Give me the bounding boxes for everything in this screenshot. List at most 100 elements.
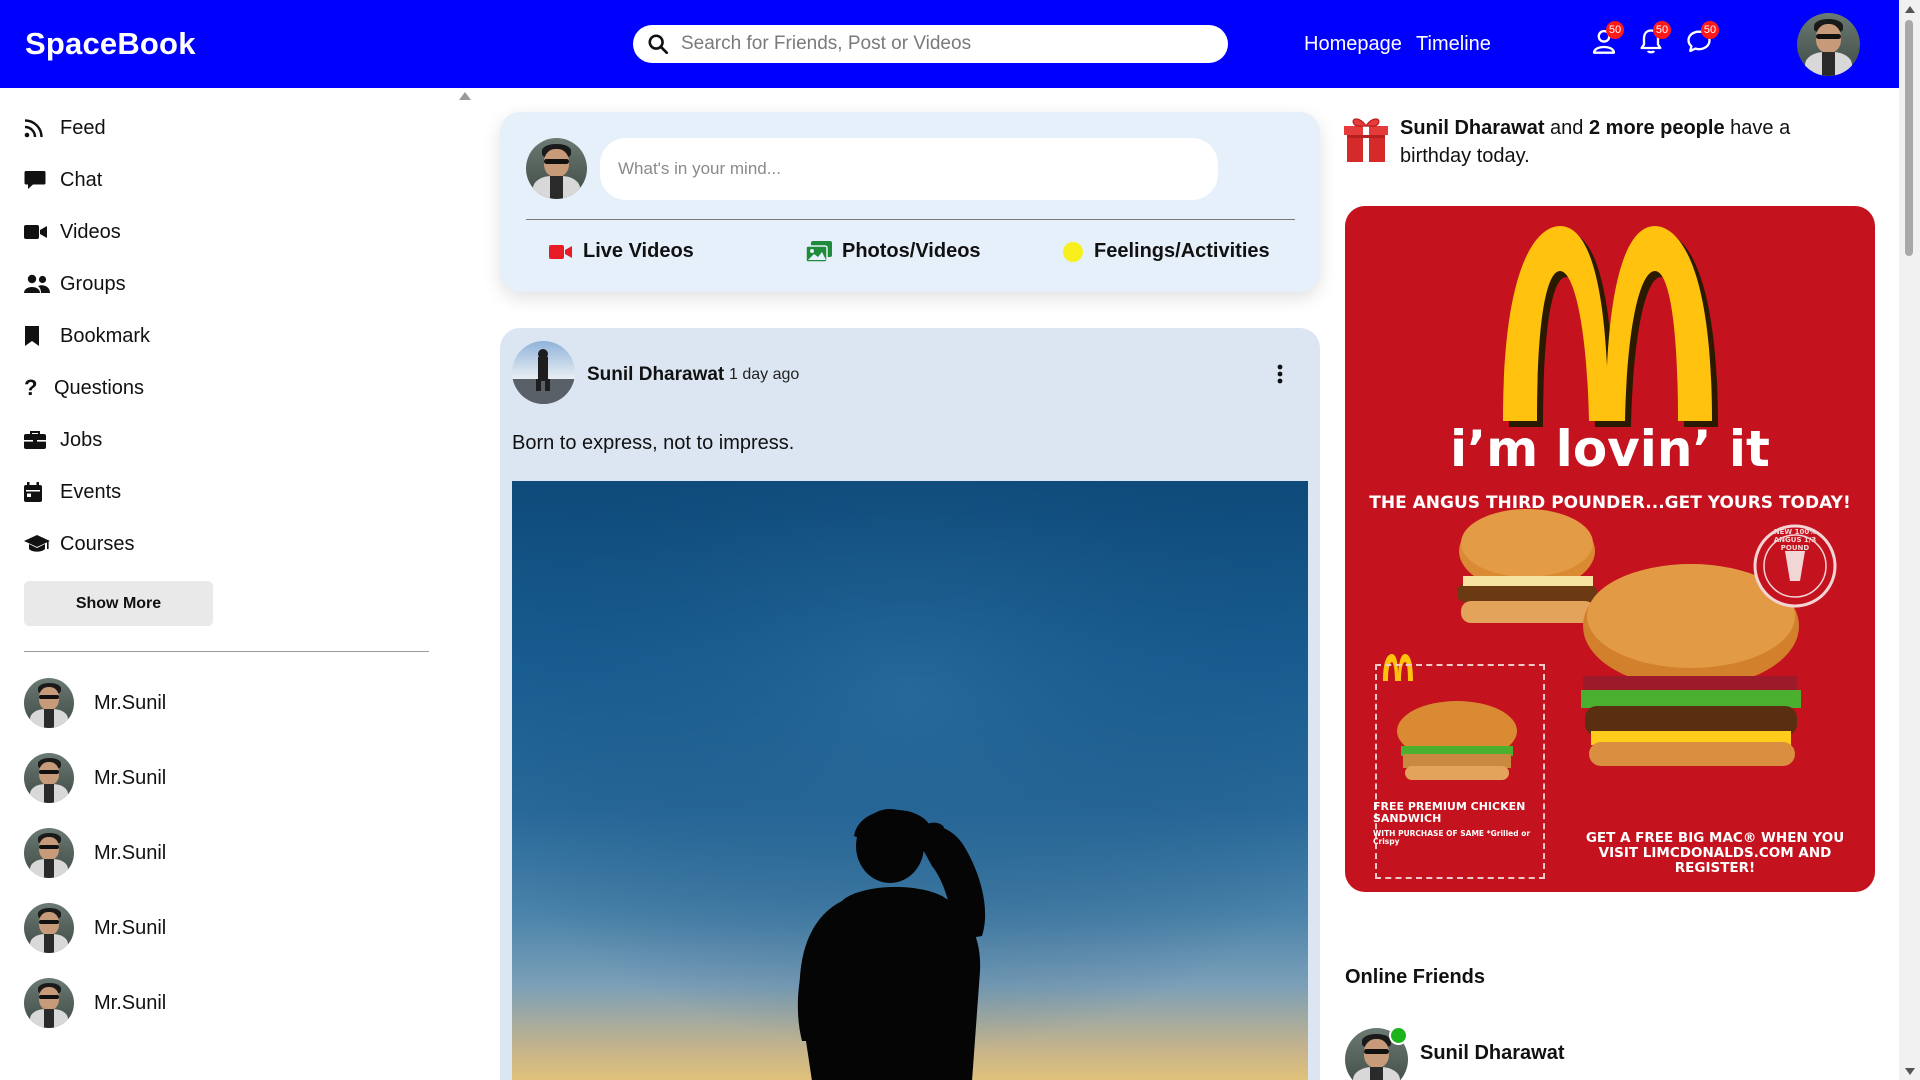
sidebar-item-label: Bookmark: [60, 324, 151, 347]
online-friend-item[interactable]: Sunil Dharawat: [1345, 1028, 1564, 1080]
sidebar-item-label: Events: [60, 480, 122, 503]
post-author-name[interactable]: Sunil Dharawat: [587, 364, 724, 386]
avatar: [24, 678, 74, 728]
sidebar-friend[interactable]: Mr.Sunil: [24, 903, 166, 953]
top-navbar: SpaceBook Homepage Timeline 50 50 50: [0, 0, 1899, 88]
online-friend-name: Sunil Dharawat: [1420, 1042, 1565, 1064]
users-group-icon: [24, 272, 54, 296]
post-timestamp: 1 day ago: [729, 366, 800, 383]
share-box: [500, 112, 1320, 292]
sidebar-item-videos[interactable]: Videos: [24, 217, 121, 247]
notifications-badge: 50: [1653, 21, 1671, 39]
friend-name: Mr.Sunil: [94, 841, 167, 864]
post-author-avatar[interactable]: [512, 341, 575, 404]
sidebar-friend[interactable]: Mr.Sunil: [24, 678, 166, 728]
post-card: Sunil Dharawat 1 day ago Born to express…: [500, 328, 1320, 1080]
online-friends-title: Online Friends: [1345, 966, 1486, 988]
friend-requests-button[interactable]: 50: [1590, 21, 1624, 57]
sidebar-item-label: Groups: [60, 272, 126, 295]
sidebar-divider: [24, 651, 429, 652]
calendar-icon: [24, 480, 54, 504]
nav-link-homepage[interactable]: Homepage: [1304, 33, 1402, 55]
ad-seal-text: NEW 100% ANGUS 1/3 POUND: [1773, 528, 1817, 552]
post-image[interactable]: [512, 481, 1308, 1080]
sidebar-scroll-up-arrow[interactable]: [459, 92, 471, 100]
feelings-activities-option[interactable]: Feelings/Activities: [1062, 240, 1270, 263]
silhouette-figure: [512, 481, 1308, 1080]
birthday-connector: and: [1550, 117, 1584, 139]
messages-badge: 50: [1701, 21, 1719, 39]
sidebar-item-courses[interactable]: Courses: [24, 529, 134, 559]
friend-name: Mr.Sunil: [94, 991, 167, 1014]
friend-requests-badge: 50: [1606, 21, 1624, 39]
sidebar-item-label: Jobs: [60, 428, 103, 451]
sidebar-friend[interactable]: Mr.Sunil: [24, 828, 166, 878]
share-divider: [526, 219, 1295, 220]
vertical-dots-icon: [1277, 364, 1283, 384]
online-status-indicator: [1389, 1026, 1408, 1045]
profile-avatar[interactable]: [1797, 13, 1860, 76]
sidebar-item-events[interactable]: Events: [24, 477, 121, 507]
nav-link-timeline[interactable]: Timeline: [1416, 33, 1491, 55]
nav-links: Homepage Timeline: [1304, 33, 1500, 56]
avatar: [24, 978, 74, 1028]
rss-feed-icon: [24, 116, 54, 140]
briefcase-icon: [24, 428, 54, 452]
share-option-label: Feelings/Activities: [1094, 240, 1270, 262]
sidebar-item-feed[interactable]: Feed: [24, 113, 106, 143]
sidebar-item-label: Courses: [60, 532, 135, 555]
question-icon: ?: [24, 375, 38, 400]
show-more-button[interactable]: Show More: [24, 581, 213, 626]
sidebar-friend[interactable]: Mr.Sunil: [24, 753, 166, 803]
notifications-button[interactable]: 50: [1637, 21, 1671, 57]
graduation-cap-icon: [24, 532, 54, 556]
gift-icon: [1344, 118, 1388, 162]
status-input[interactable]: [600, 138, 1218, 200]
scroll-down-arrow[interactable]: [1905, 1068, 1915, 1075]
scrollbar-thumb[interactable]: [1905, 20, 1913, 256]
page-scrollbar[interactable]: [1899, 0, 1920, 1080]
ad-coupon-border: [1375, 664, 1545, 879]
photos-icon: [806, 240, 832, 263]
ad-coupon-subtext: WITH PURCHASE OF SAME *Grilled or Crispy: [1373, 829, 1531, 846]
live-videos-option[interactable]: Live Videos: [549, 240, 694, 263]
friend-name: Mr.Sunil: [94, 916, 167, 939]
birthday-name[interactable]: Sunil Dharawat: [1400, 117, 1544, 139]
scroll-up-arrow[interactable]: [1905, 6, 1915, 13]
sidebar-item-groups[interactable]: Groups: [24, 269, 126, 299]
avatar: [526, 138, 587, 199]
video-camera-icon: [549, 244, 573, 260]
avatar: [24, 903, 74, 953]
bookmark-icon: [24, 324, 54, 348]
advertisement-banner[interactable]: i’m lovin’ it THE ANGUS THIRD POUNDER...…: [1345, 206, 1875, 892]
messages-button[interactable]: 50: [1685, 21, 1719, 57]
sidebar-item-label: Feed: [60, 116, 106, 139]
ad-subtitle: THE ANGUS THIRD POUNDER...GET YOURS TODA…: [1369, 493, 1851, 513]
friend-name: Mr.Sunil: [94, 691, 167, 714]
sidebar-item-chat[interactable]: Chat: [24, 165, 102, 195]
photos-videos-option[interactable]: Photos/Videos: [806, 240, 981, 263]
post-text: Born to express, not to impress.: [512, 432, 795, 454]
search-bar[interactable]: [633, 25, 1228, 63]
post-options-button[interactable]: [1270, 362, 1290, 386]
avatar: [24, 828, 74, 878]
share-option-label: Live Videos: [583, 240, 694, 262]
search-icon: [648, 34, 669, 55]
friend-name: Mr.Sunil: [94, 766, 167, 789]
share-option-label: Photos/Videos: [842, 240, 981, 262]
chat-icon: [24, 168, 54, 192]
sidebar-item-label: Chat: [60, 168, 103, 191]
search-input[interactable]: [681, 25, 1211, 63]
sidebar-item-label: Questions: [54, 376, 145, 399]
sidebar-item-bookmark[interactable]: Bookmark: [24, 321, 150, 351]
app-logo[interactable]: SpaceBook: [25, 26, 196, 62]
ad-slogan: i’m lovin’ it: [1450, 420, 1770, 478]
birthday-notice: Sunil Dharawat and 2 more people have a …: [1344, 114, 1864, 170]
ad-promo-text: GET A FREE BIG MAC® WHEN YOU VISIT LIMCD…: [1585, 830, 1845, 876]
birthday-others[interactable]: 2 more people: [1589, 117, 1725, 139]
sidebar-item-jobs[interactable]: Jobs: [24, 425, 102, 455]
avatar: [24, 753, 74, 803]
sidebar-friend[interactable]: Mr.Sunil: [24, 978, 166, 1028]
emoji-icon: [1062, 241, 1084, 263]
sidebar-item-questions[interactable]: ? Questions: [24, 373, 144, 403]
